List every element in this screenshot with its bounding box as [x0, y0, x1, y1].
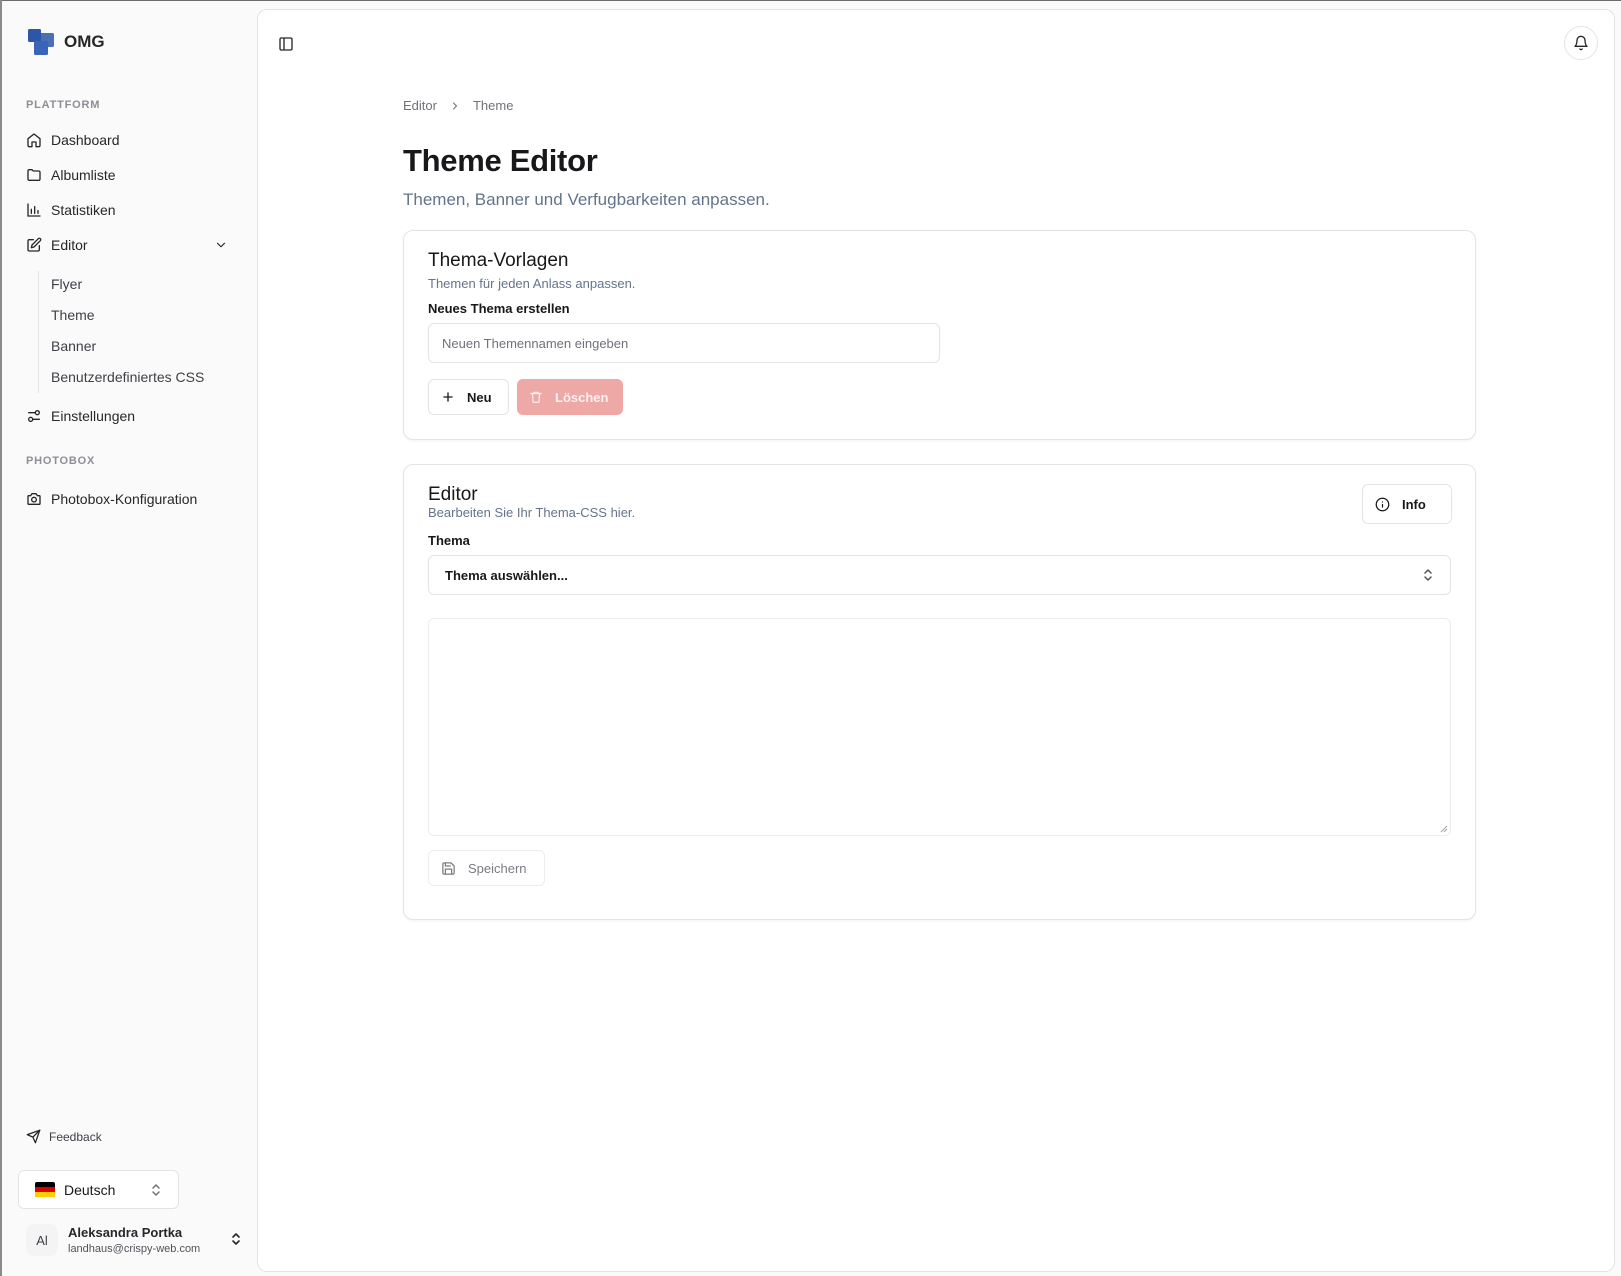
css-textarea[interactable] [428, 618, 1451, 836]
main-panel: Editor Theme Theme Editor Themen, Banner… [257, 9, 1615, 1272]
trash-icon [530, 391, 542, 403]
sidebar-subitem-custom-css[interactable]: Benutzerdefiniertes CSS [51, 369, 204, 385]
bell-icon [1574, 35, 1588, 51]
delete-theme-button[interactable]: Löschen [517, 379, 623, 415]
sidebar-subitem-flyer[interactable]: Flyer [51, 276, 82, 292]
notifications-button[interactable] [1564, 26, 1598, 60]
user-menu[interactable]: Al Aleksandra Portka landhaus@crispy-web… [26, 1218, 246, 1262]
breadcrumb-editor[interactable]: Editor [403, 98, 437, 113]
chevron-up-down-icon [1424, 569, 1432, 581]
info-icon [1375, 497, 1390, 511]
settings-sliders-icon [27, 410, 40, 422]
brand[interactable]: OMG [26, 27, 105, 57]
card-description: Themen für jeden Anlass anpassen. [428, 276, 636, 291]
sidebar-item-statistiken[interactable]: Statistiken [16, 194, 242, 226]
save-button[interactable]: Speichern [428, 850, 545, 886]
sidebar-toggle-button[interactable] [274, 32, 298, 56]
chevron-down-icon[interactable] [214, 238, 228, 252]
save-button-label: Speichern [468, 860, 527, 876]
plus-icon [443, 392, 453, 402]
user-email: landhaus@crispy-web.com [68, 1242, 201, 1255]
avatar: Al [26, 1224, 58, 1256]
card-title: Editor [428, 484, 478, 505]
german-flag-icon [35, 1181, 55, 1198]
submenu-rail [38, 271, 39, 393]
panel-left-icon [279, 37, 293, 51]
chevron-right-icon [452, 101, 458, 110]
sidebar: OMG PLATTFORM Dashboard Albumliste Stati… [2, 1, 257, 1276]
sidebar-subitem-banner[interactable]: Banner [51, 338, 96, 354]
sidebar-item-dashboard[interactable]: Dashboard [16, 124, 242, 156]
new-button-label: Neu [467, 389, 492, 405]
omg-logo-icon [26, 27, 56, 57]
feedback-link[interactable]: Feedback [26, 1129, 102, 1144]
new-theme-label: Neues Thema erstellen [428, 301, 570, 316]
sidebar-item-editor[interactable]: Editor [16, 229, 242, 261]
sidebar-item-label: Editor [51, 237, 88, 253]
sidebar-subitem-theme[interactable]: Theme [51, 307, 95, 323]
css-editor-card: Editor Bearbeiten Sie Ihr Thema-CSS hier… [403, 464, 1476, 920]
feedback-label: Feedback [49, 1129, 102, 1144]
theme-templates-card: Thema-Vorlagen Themen für jeden Anlass a… [403, 230, 1476, 440]
send-icon [26, 1129, 41, 1144]
sidebar-item-label: Statistiken [51, 202, 116, 218]
sidebar-item-einstellungen[interactable]: Einstellungen [16, 400, 242, 432]
breadcrumb-theme: Theme [472, 98, 514, 113]
page-title: Theme Editor [403, 143, 598, 178]
user-name: Aleksandra Portka [68, 1224, 183, 1240]
folder-icon [27, 169, 41, 181]
new-theme-button[interactable]: Neu [428, 379, 509, 415]
theme-select-value: Thema auswählen... [445, 567, 568, 583]
delete-button-label: Löschen [555, 389, 609, 405]
section-label-photobox: PHOTOBOX [26, 455, 96, 467]
sidebar-item-label: Dashboard [51, 132, 120, 148]
theme-select-label: Thema [428, 533, 470, 548]
new-theme-input[interactable]: Neuen Themennamen eingeben [428, 323, 940, 363]
card-description: Bearbeiten Sie Ihr Thema-CSS hier. [428, 505, 636, 520]
sidebar-item-label: Albumliste [51, 167, 116, 183]
breadcrumb: Editor Theme [403, 98, 513, 113]
chevron-up-down-icon [232, 1233, 240, 1245]
info-button[interactable]: Info [1362, 484, 1452, 524]
theme-select[interactable]: Thema auswählen... [428, 555, 1451, 595]
language-label: Deutsch [64, 1181, 116, 1198]
bar-chart-icon [27, 203, 41, 217]
page-subtitle: Themen, Banner und Verfugbarkeiten anpas… [403, 190, 770, 209]
language-select[interactable]: Deutsch [18, 1170, 179, 1209]
resize-handle-icon[interactable] [1438, 823, 1448, 833]
card-title: Thema-Vorlagen [428, 250, 569, 271]
sidebar-item-label: Photobox-Konfiguration [51, 491, 198, 507]
camera-icon [27, 493, 41, 505]
sidebar-item-photobox-konfiguration[interactable]: Photobox-Konfiguration [16, 483, 242, 515]
home-icon [27, 133, 41, 148]
section-label-platform: PLATTFORM [26, 99, 101, 111]
save-icon [442, 861, 455, 875]
sidebar-item-albumliste[interactable]: Albumliste [16, 159, 242, 191]
chevron-up-down-icon [152, 1184, 160, 1196]
edit-icon [27, 237, 42, 252]
app-name: OMG [64, 32, 105, 51]
info-button-label: Info [1402, 496, 1426, 512]
sidebar-item-label: Einstellungen [51, 408, 136, 424]
